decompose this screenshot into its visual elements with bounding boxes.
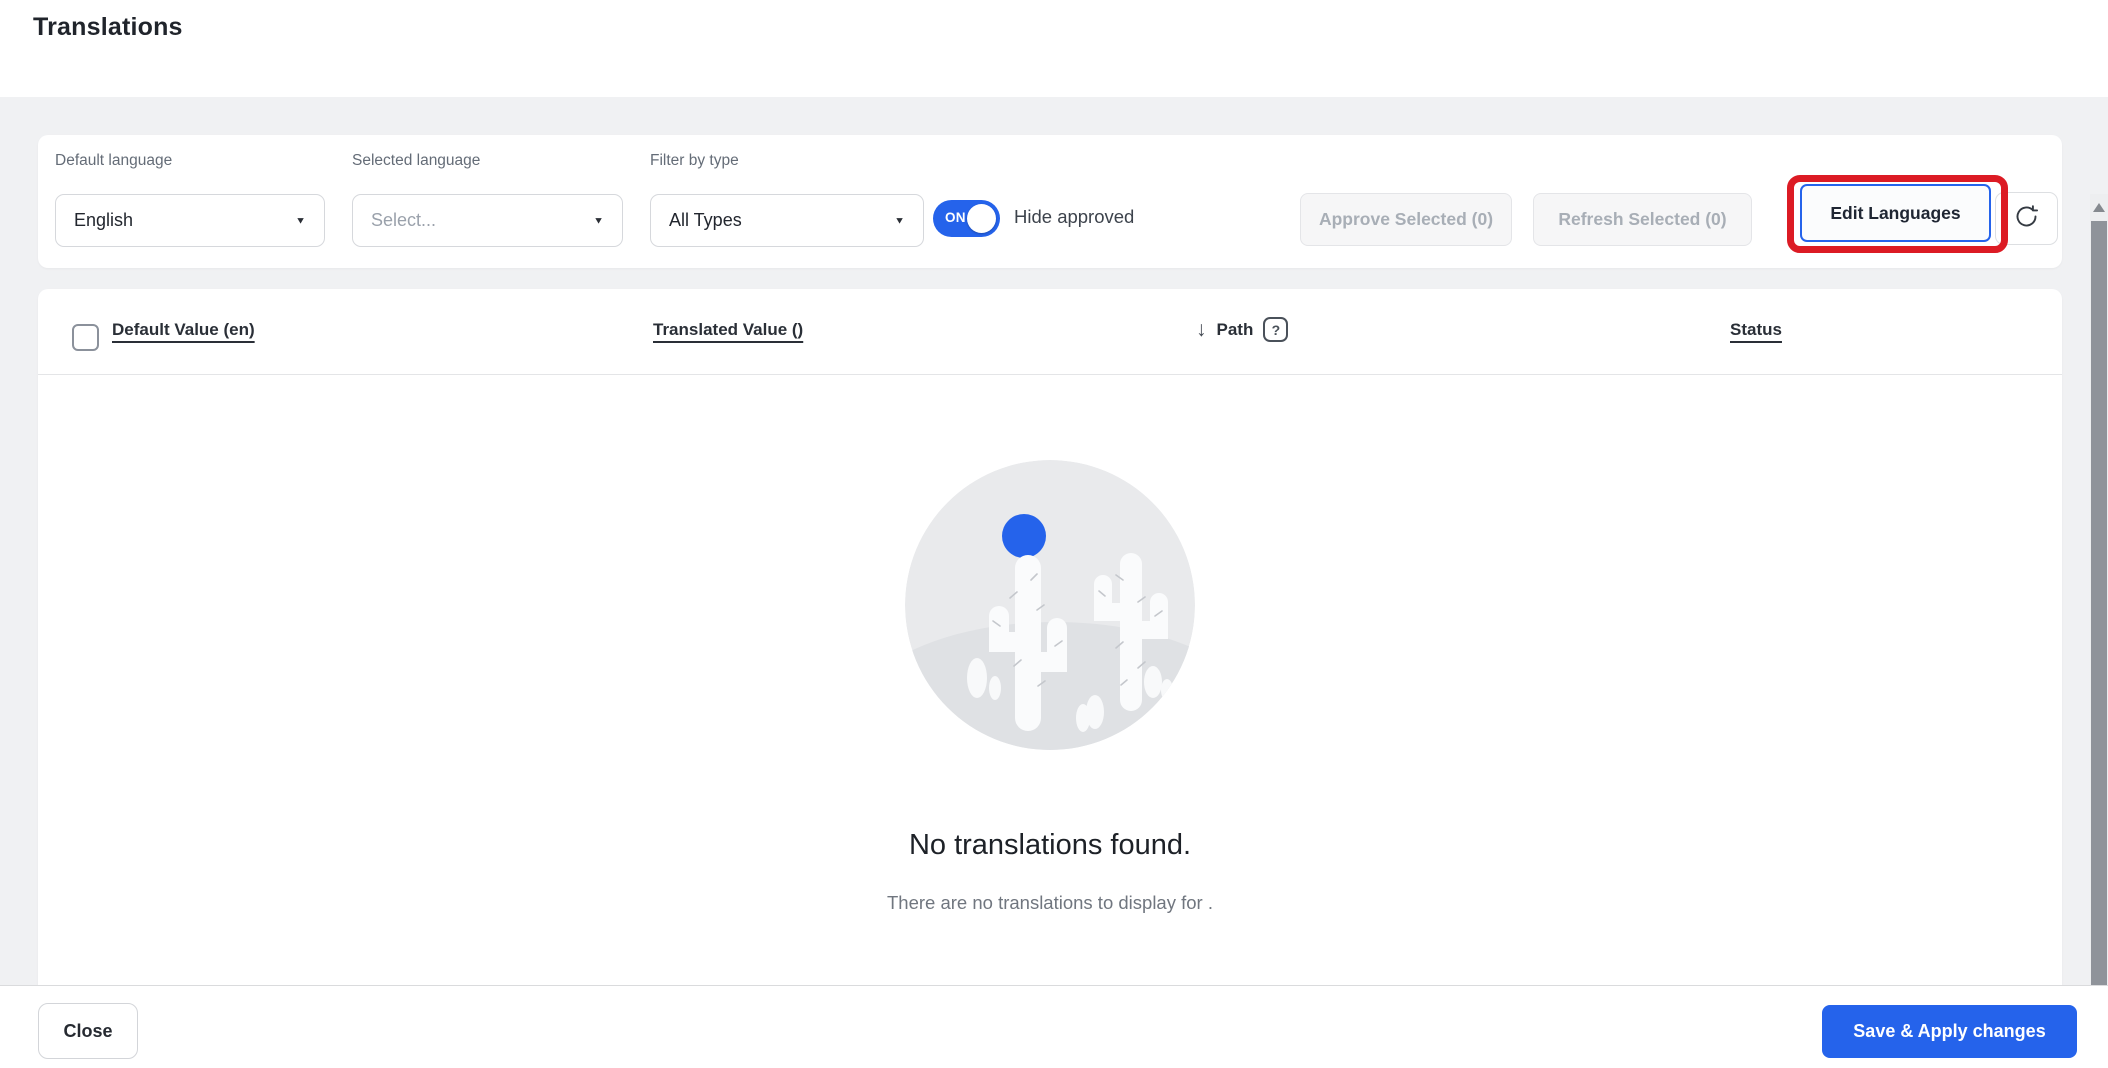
selected-language-placeholder: Select...	[371, 210, 436, 231]
selected-language-select[interactable]: Select... ▼	[352, 194, 623, 247]
scrollbar-up-icon[interactable]	[2093, 203, 2105, 212]
empty-state-title: No translations found.	[38, 829, 2062, 862]
close-button[interactable]: Close	[38, 1003, 138, 1059]
column-path-group[interactable]: ↓ Path ?	[1196, 317, 1288, 342]
chevron-down-icon: ▼	[894, 215, 905, 225]
help-icon[interactable]: ?	[1263, 317, 1288, 342]
default-language-label: Default language	[55, 152, 172, 170]
panel-header: Translations	[0, 0, 2108, 97]
translations-panel: Translations Default language English ▼ …	[0, 0, 2108, 1068]
panel-footer: Close Save & Apply changes	[0, 985, 2108, 1068]
toggle-state-label: ON	[945, 210, 966, 225]
sort-descending-icon[interactable]: ↓	[1196, 319, 1207, 340]
empty-state-illustration	[905, 460, 1195, 750]
main-content: Default language English ▼ Selected lang…	[0, 97, 2108, 985]
vertical-scrollbar[interactable]	[2090, 194, 2108, 1068]
chevron-down-icon: ▼	[593, 215, 604, 225]
table-header-row: Default Value (en) Translated Value () ↓…	[38, 289, 2062, 375]
default-language-value: English	[74, 210, 133, 231]
filter-by-type-value: All Types	[669, 210, 742, 231]
save-apply-button[interactable]: Save & Apply changes	[1822, 1005, 2077, 1058]
refresh-icon	[2013, 203, 2040, 235]
desert-illustration	[905, 460, 1195, 750]
hide-approved-toggle[interactable]: ON	[933, 200, 1000, 237]
edit-languages-button[interactable]: Edit Languages	[1800, 184, 1991, 242]
scrollbar-thumb[interactable]	[2091, 221, 2107, 1027]
selected-language-label: Selected language	[352, 152, 480, 170]
translations-table: Default Value (en) Translated Value () ↓…	[38, 289, 2062, 1068]
default-language-select[interactable]: English ▼	[55, 194, 325, 247]
toggle-knob[interactable]	[967, 204, 996, 233]
approve-selected-button[interactable]: Approve Selected (0)	[1300, 193, 1512, 246]
column-translated-value[interactable]: Translated Value ()	[653, 320, 803, 340]
filter-by-type-label: Filter by type	[650, 152, 739, 170]
column-default-value[interactable]: Default Value (en)	[112, 320, 255, 340]
refresh-selected-button[interactable]: Refresh Selected (0)	[1533, 193, 1752, 246]
page-title: Translations	[33, 13, 183, 42]
hide-approved-label: Hide approved	[1014, 206, 1134, 228]
column-status[interactable]: Status	[1730, 320, 1782, 340]
refresh-button[interactable]	[1995, 192, 2058, 245]
filter-by-type-select[interactable]: All Types ▼	[650, 194, 924, 247]
column-path[interactable]: Path	[1217, 320, 1254, 340]
select-all-checkbox[interactable]	[72, 324, 99, 351]
filter-bar: Default language English ▼ Selected lang…	[38, 135, 2062, 268]
chevron-down-icon: ▼	[295, 215, 306, 225]
sun-icon	[1002, 514, 1046, 558]
empty-state-subtitle: There are no translations to display for…	[38, 892, 2062, 914]
